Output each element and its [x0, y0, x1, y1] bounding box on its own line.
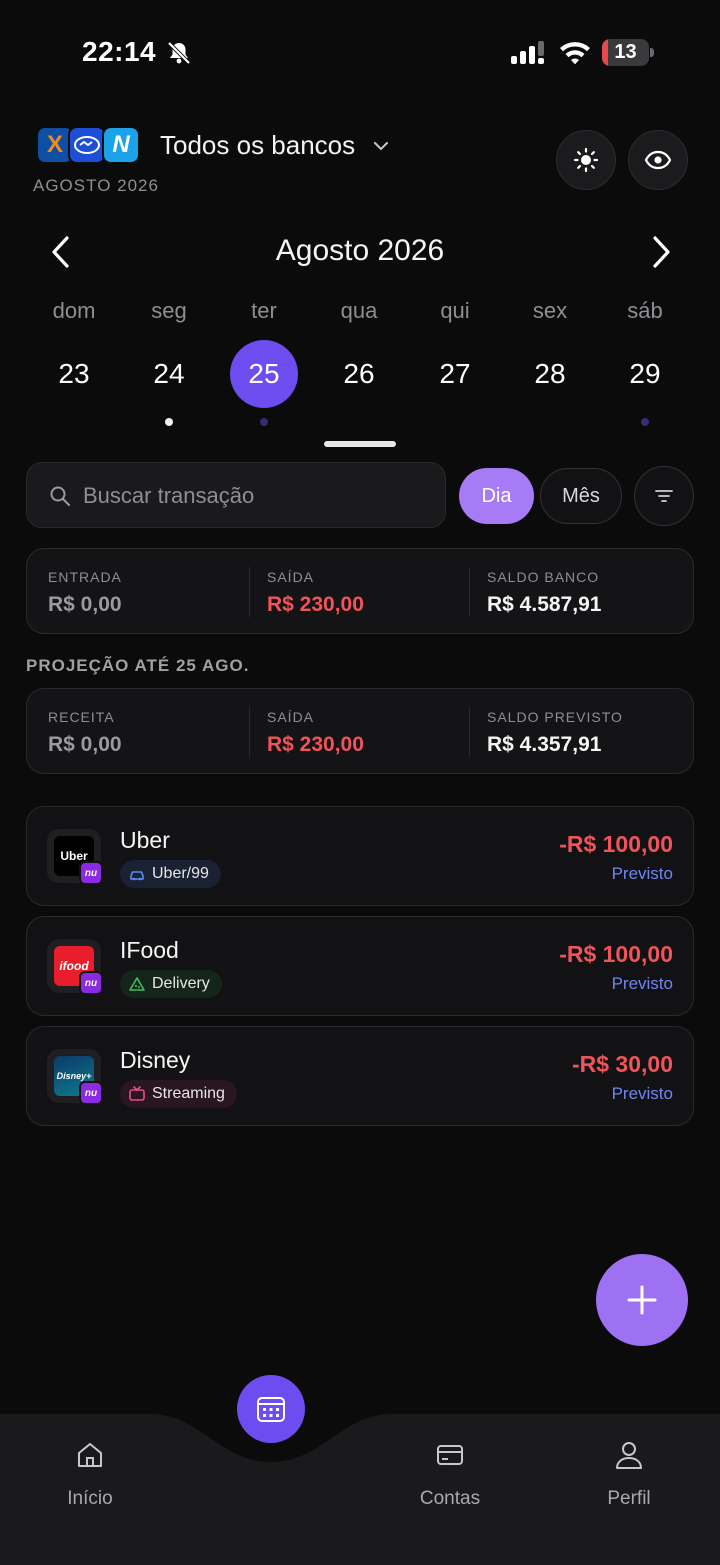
category-label: Delivery — [152, 975, 210, 992]
next-month-button[interactable] — [644, 234, 678, 270]
calendar-button[interactable] — [237, 1375, 305, 1443]
expense-value: R$ 230,00 — [267, 593, 364, 616]
bank-selector[interactable]: Todos os bancos — [160, 130, 355, 161]
nav-home-label: Início — [67, 1488, 113, 1509]
home-icon — [78, 1443, 102, 1467]
month-view-button[interactable]: Mês — [540, 468, 622, 524]
weekday-label: sex — [532, 298, 568, 323]
calendar-title: Agosto 2026 — [275, 234, 445, 267]
credit-card-icon — [437, 1445, 463, 1465]
weekday-label: dom — [52, 298, 96, 323]
weekday-label: seg — [151, 298, 187, 323]
transaction-name: Uber — [120, 827, 170, 853]
weekday-label: ter — [251, 298, 277, 323]
day-view-button[interactable]: Dia — [459, 468, 534, 524]
transaction-name: Disney — [120, 1047, 191, 1073]
transaction-name: IFood — [120, 937, 179, 963]
transaction-status: Previsto — [611, 1084, 673, 1103]
calendar-day[interactable]: 24 — [135, 340, 203, 408]
calendar-day[interactable]: 23 — [40, 340, 108, 408]
nav-profile[interactable]: Perfil — [569, 1440, 689, 1510]
calendar-day-selected[interactable]: 25 — [230, 340, 298, 408]
day-event-dot — [165, 418, 173, 426]
user-icon — [616, 1442, 642, 1469]
search-input[interactable] — [83, 477, 433, 515]
day-event-dot — [260, 418, 268, 426]
category-label: Uber/99 — [152, 865, 209, 882]
plus-icon — [627, 1285, 657, 1315]
income-label: ENTRADA — [48, 569, 122, 585]
bank-balance-label: SALDO BANCO — [487, 569, 600, 585]
projection-title: PROJEÇÃO ATÉ 25 AGO. — [26, 656, 250, 675]
search-box[interactable] — [26, 462, 446, 528]
add-transaction-button[interactable] — [596, 1254, 688, 1346]
nubank-badge: nu — [79, 1081, 103, 1105]
battery-indicator: 13 — [602, 39, 654, 66]
calendar-day[interactable]: 29 — [611, 340, 679, 408]
chevron-down-icon[interactable] — [372, 138, 390, 154]
forecast-balance-label: SALDO PREVISTO — [487, 709, 623, 725]
transaction-amount: -R$ 30,00 — [571, 1051, 673, 1077]
wifi-icon — [560, 42, 590, 65]
calendar-drag-handle[interactable] — [324, 441, 396, 447]
bank-n-logo: N — [102, 126, 140, 164]
battery-level: 13 — [614, 41, 637, 63]
bank-balance-value: R$ 4.587,91 — [487, 593, 602, 616]
category-tag: Uber/99 — [120, 860, 221, 888]
category-tag: Streaming — [120, 1080, 237, 1108]
transaction-item[interactable]: ifood nu IFood Delivery -R$ 100,00 Previ… — [26, 916, 694, 1016]
tv-icon — [129, 1086, 145, 1101]
calendar-day[interactable]: 26 — [325, 340, 393, 408]
nubank-badge: nu — [79, 861, 103, 885]
eye-icon — [644, 150, 672, 170]
transaction-status: Previsto — [611, 864, 673, 883]
weekday-label: sáb — [627, 298, 663, 323]
transaction-status: Previsto — [611, 974, 673, 993]
filter-button[interactable] — [634, 466, 694, 526]
transaction-amount: -R$ 100,00 — [559, 941, 673, 967]
revenue-label: RECEITA — [48, 709, 115, 725]
category-label: Streaming — [152, 1085, 225, 1102]
nav-home[interactable]: Início — [30, 1440, 150, 1510]
month-caption: AGOSTO 2026 — [33, 176, 159, 195]
weekday-label: qui — [440, 298, 470, 323]
expense-label: SAÍDA — [267, 569, 315, 585]
status-bar: 22:14 13 — [0, 0, 720, 104]
expense-label: SAÍDA — [267, 709, 315, 725]
calendar-day[interactable]: 27 — [421, 340, 489, 408]
search-icon — [50, 486, 70, 506]
transaction-amount: -R$ 100,00 — [559, 831, 673, 857]
sun-icon — [573, 147, 599, 173]
theme-toggle-button[interactable] — [556, 130, 616, 190]
visibility-toggle-button[interactable] — [628, 130, 688, 190]
bell-muted-icon — [167, 41, 191, 65]
filter-icon — [655, 490, 673, 502]
revenue-value: R$ 0,00 — [48, 733, 122, 756]
pizza-icon — [129, 977, 145, 991]
day-event-dot — [641, 418, 649, 426]
transaction-item[interactable]: Uber nu Uber Uber/99 -R$ 100,00 Previsto — [26, 806, 694, 906]
nav-accounts-label: Contas — [419, 1488, 481, 1509]
signal-icon — [511, 41, 544, 64]
nav-profile-label: Perfil — [607, 1488, 651, 1509]
projection-card: RECEITA R$ 0,00 SAÍDA R$ 230,00 SALDO PR… — [26, 688, 694, 774]
forecast-balance-value: R$ 4.357,91 — [487, 733, 602, 756]
daily-summary-card: ENTRADA R$ 0,00 SAÍDA R$ 230,00 SALDO BA… — [26, 548, 694, 634]
nav-accounts[interactable]: Contas — [390, 1440, 510, 1510]
status-time: 22:14 — [82, 36, 157, 67]
calendar-icon — [257, 1397, 285, 1422]
category-tag: Delivery — [120, 970, 222, 998]
mercado-pago-logo — [68, 126, 106, 164]
car-icon — [130, 871, 144, 881]
transaction-item[interactable]: Disney+ nu Disney Streaming -R$ 30,00 Pr… — [26, 1026, 694, 1126]
calendar-day[interactable]: 28 — [516, 340, 584, 408]
income-value: R$ 0,00 — [48, 593, 122, 616]
nubank-badge: nu — [79, 971, 103, 995]
weekday-label: qua — [340, 298, 378, 323]
bank-logos[interactable]: X N — [36, 126, 146, 166]
expense-value: R$ 230,00 — [267, 733, 364, 756]
